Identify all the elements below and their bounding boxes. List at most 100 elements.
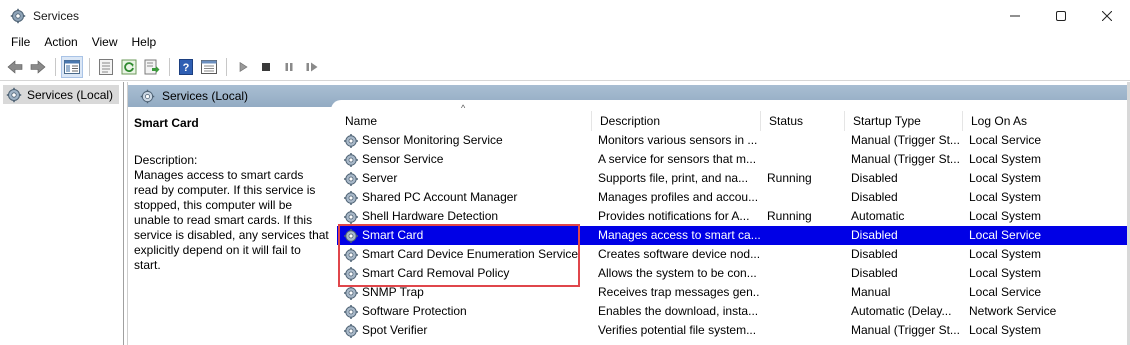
- menu-bar: File Action View Help: [0, 32, 1130, 52]
- service-row[interactable]: Server Supports file, print, and na... Run…: [337, 169, 1130, 188]
- menu-action[interactable]: Action: [37, 32, 84, 52]
- services-list[interactable]: ^ Name Description Status Startup Type L…: [337, 103, 1130, 340]
- window-title: Services: [33, 9, 80, 23]
- service-startup-cell: Disabled: [851, 247, 898, 261]
- gear-icon: [344, 190, 358, 205]
- stop-service-button[interactable]: [255, 56, 277, 78]
- service-row[interactable]: Smart Card Device Enumeration Service Cre…: [337, 245, 1130, 264]
- service-startup-cell: Automatic: [851, 209, 905, 223]
- show-tree-button[interactable]: [61, 55, 83, 78]
- description-panel: Smart Card Description: Manages access t…: [134, 116, 330, 273]
- service-name-cell: Smart Card Removal Policy: [343, 264, 593, 283]
- title-bar[interactable]: Services: [0, 0, 1130, 32]
- close-icon: [1102, 11, 1112, 21]
- list-header: ^ Name Description Status Startup Type L…: [337, 103, 1130, 131]
- close-button[interactable]: [1084, 0, 1130, 32]
- gear-icon: [6, 87, 22, 102]
- service-logon-cell: Local Service: [969, 133, 1042, 147]
- service-name-text: Server: [362, 171, 398, 185]
- column-header-description[interactable]: Description: [591, 111, 760, 131]
- service-description-cell: Allows the system to be con...: [598, 266, 757, 280]
- service-name-cell: SNMP Trap: [343, 283, 593, 302]
- forward-button[interactable]: [27, 56, 49, 78]
- toolbar-separator: [226, 57, 227, 76]
- properties-icon: [99, 58, 113, 75]
- gear-icon: [344, 152, 358, 167]
- service-startup-cell: Disabled: [851, 171, 898, 185]
- service-row[interactable]: Shared PC Account Manager Manages profile…: [337, 188, 1130, 207]
- service-name-cell: Spot Verifier: [343, 321, 593, 340]
- service-logon-cell: Network Service: [969, 304, 1057, 318]
- service-description-cell: A service for sensors that m...: [598, 152, 757, 166]
- service-description-cell: Receives trap messages gen...: [598, 285, 760, 299]
- service-name-cell: Server: [343, 169, 593, 188]
- service-name-cell: Smart Card Device Enumeration Service: [343, 245, 593, 264]
- properties-button[interactable]: [95, 56, 117, 78]
- refresh-icon: [121, 59, 137, 74]
- back-button[interactable]: [4, 56, 26, 78]
- toolbar: ?: [0, 53, 1130, 81]
- list-rows: Sensor Monitoring Service Monitors variou…: [337, 131, 1130, 340]
- service-description-cell: Supports file, print, and na...: [598, 171, 749, 185]
- service-logon-cell: Local Service: [969, 285, 1042, 299]
- back-arrow-icon: [7, 59, 23, 74]
- service-startup-cell: Manual (Trigger St...: [851, 133, 960, 147]
- console-view-icon: [201, 59, 217, 74]
- service-status-cell: Running: [767, 171, 812, 185]
- service-description-cell: Verifies potential file system...: [598, 323, 757, 337]
- menu-view[interactable]: View: [85, 32, 125, 52]
- console-view-button[interactable]: [198, 56, 220, 78]
- service-row[interactable]: Spot Verifier Verifies potential file sys…: [337, 321, 1130, 340]
- export-list-button[interactable]: [141, 56, 163, 78]
- services-window: Services File Action View Help ? Service…: [0, 0, 1130, 345]
- gear-icon: [344, 171, 358, 186]
- service-name-cell: Smart Card: [343, 226, 593, 245]
- service-description-cell: Provides notifications for A...: [598, 209, 750, 223]
- service-row[interactable]: Smart Card Manages access to smart ca... D…: [337, 226, 1130, 245]
- service-row[interactable]: Sensor Service A service for sensors that…: [337, 150, 1130, 169]
- stop-service-icon: [262, 62, 270, 71]
- service-description-cell: Creates software device nod...: [598, 247, 760, 261]
- service-row[interactable]: Sensor Monitoring Service Monitors variou…: [337, 131, 1130, 150]
- menu-file[interactable]: File: [0, 32, 37, 52]
- service-description: Manages access to smart cards read by co…: [134, 168, 329, 272]
- column-header-status[interactable]: Status: [760, 111, 844, 131]
- gear-icon: [140, 89, 155, 103]
- column-header-name[interactable]: Name: [337, 111, 591, 131]
- help-icon: ?: [179, 58, 193, 75]
- minimize-button[interactable]: [992, 0, 1038, 32]
- minimize-icon: [1010, 15, 1020, 17]
- gear-icon: [344, 323, 358, 338]
- start-service-icon: [239, 61, 248, 72]
- gear-icon: [344, 133, 358, 148]
- start-service-button[interactable]: [232, 56, 254, 78]
- service-name-text: Shell Hardware Detection: [362, 209, 499, 223]
- service-row[interactable]: Software Protection Enables the download,…: [337, 302, 1130, 321]
- service-logon-cell: Local System: [969, 171, 1042, 185]
- help-button[interactable]: ?: [175, 56, 197, 78]
- export-list-icon: [144, 59, 160, 74]
- forward-arrow-icon: [30, 59, 46, 74]
- service-name-text: Software Protection: [362, 304, 467, 318]
- service-name-text: Smart Card Device Enumeration Service: [362, 247, 579, 261]
- column-header-startup-type[interactable]: Startup Type: [844, 111, 962, 131]
- service-row[interactable]: Smart Card Removal Policy Allows the syst…: [337, 264, 1130, 283]
- restart-service-button[interactable]: [301, 56, 323, 78]
- gear-icon: [344, 209, 358, 224]
- pause-service-button[interactable]: [278, 56, 300, 78]
- service-row[interactable]: SNMP Trap Receives trap messages gen... Ma…: [337, 283, 1130, 302]
- refresh-button[interactable]: [118, 56, 140, 78]
- service-startup-cell: Disabled: [851, 228, 898, 242]
- maximize-button[interactable]: [1038, 0, 1084, 32]
- gear-icon: [10, 8, 26, 24]
- service-name-text: Shared PC Account Manager: [362, 190, 518, 204]
- menu-help[interactable]: Help: [125, 32, 164, 52]
- service-row[interactable]: Shell Hardware Detection Provides notific…: [337, 207, 1130, 226]
- service-logon-cell: Local System: [969, 266, 1042, 280]
- column-header-log-on-as[interactable]: Log On As: [962, 111, 1082, 131]
- tree-item-services-local[interactable]: Services (Local): [3, 85, 119, 104]
- header-title: Services (Local): [162, 89, 249, 103]
- gear-icon: [344, 228, 358, 243]
- service-name-text: Smart Card: [362, 228, 424, 242]
- service-startup-cell: Manual (Trigger St...: [851, 323, 960, 337]
